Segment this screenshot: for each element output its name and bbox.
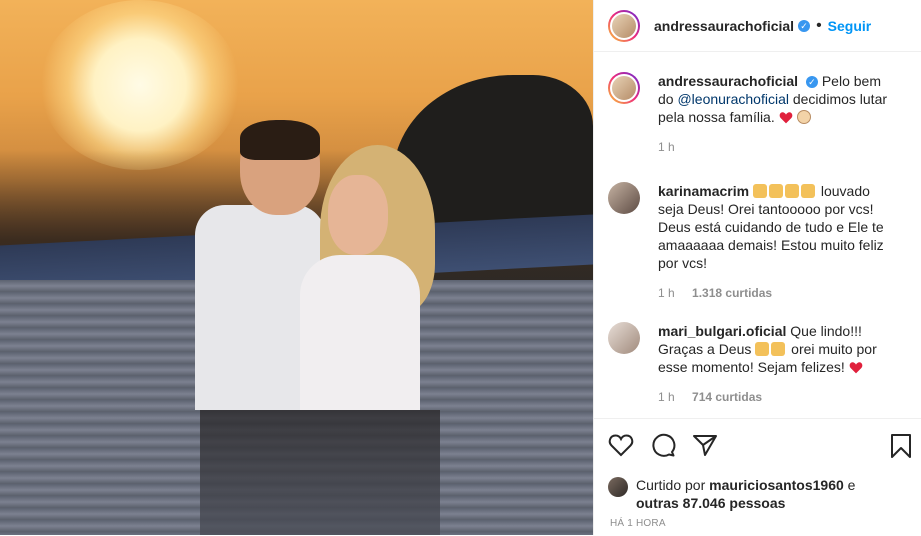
- praying-hands-icon: [784, 184, 799, 198]
- author-username[interactable]: andressaurachoficial: [654, 18, 794, 34]
- caption-avatar[interactable]: [608, 72, 640, 104]
- comment-meta: 1 h 714 curtidas: [658, 388, 898, 406]
- comment-time[interactable]: 1 h: [658, 286, 675, 300]
- likes-summary: Curtido por mauriciosantos1960 e outras …: [608, 476, 855, 512]
- likes-conj: e: [847, 477, 856, 493]
- likes-others[interactable]: outras 87.046 pessoas: [636, 495, 785, 511]
- follow-button[interactable]: Seguir: [828, 18, 872, 34]
- caption-username[interactable]: andressaurachoficial: [658, 73, 798, 89]
- liker-username[interactable]: mauriciosantos1960: [709, 477, 844, 493]
- comment-likes[interactable]: 714 curtidas: [692, 390, 762, 404]
- red-heart-icon: [779, 112, 792, 124]
- post-photo[interactable]: [0, 0, 593, 535]
- comment-icon[interactable]: [650, 433, 676, 457]
- likes-prefix: Curtido por: [636, 477, 706, 493]
- caption-text: andressaurachoficial ✓ Pelo bem do @leon…: [658, 72, 898, 156]
- caption-time[interactable]: 1 h: [658, 140, 675, 154]
- post-side-panel: andressaurachoficial ✓ • Seguir andressa…: [593, 0, 921, 535]
- caption: andressaurachoficial ✓ Pelo bem do @leon…: [608, 72, 898, 156]
- caption-mention[interactable]: @leonurachoficial: [677, 91, 789, 107]
- baby-face-icon: [796, 110, 811, 124]
- commenter-avatar[interactable]: [608, 322, 640, 354]
- comment-text: karinamacrim louvado seja Deus! Orei tan…: [658, 182, 898, 302]
- comment-item: karinamacrim louvado seja Deus! Orei tan…: [608, 182, 910, 302]
- praying-hands-icon: [768, 184, 783, 198]
- caption-meta: 1 h: [658, 138, 898, 156]
- comments-list[interactable]: andressaurachoficial ✓ Pelo bem do @leon…: [594, 52, 921, 418]
- woman-figure: [300, 145, 440, 410]
- separator-dot: •: [816, 16, 822, 34]
- author-avatar[interactable]: [608, 9, 640, 42]
- share-icon[interactable]: [692, 433, 718, 457]
- post-header: andressaurachoficial ✓ • Seguir: [594, 0, 921, 52]
- comment-meta: 1 h 1.318 curtidas: [658, 284, 898, 302]
- post-actions-section: Curtido por mauriciosantos1960 e outras …: [594, 418, 921, 536]
- verified-badge-icon: ✓: [805, 76, 818, 88]
- commenter-username[interactable]: karinamacrim: [658, 183, 749, 199]
- reflection: [200, 410, 440, 535]
- action-bar: [608, 433, 718, 457]
- praying-hands-icon: [800, 184, 815, 198]
- heart-icon[interactable]: [608, 433, 634, 457]
- post-timestamp[interactable]: HÁ 1 HORA: [610, 518, 666, 529]
- liker-avatar[interactable]: [608, 477, 628, 497]
- praying-hands-icon: [752, 184, 767, 198]
- comment-text: mari_bulgari.oficial Que lindo!!! Graças…: [658, 322, 898, 406]
- praying-hands-icon: [755, 342, 770, 356]
- commenter-username[interactable]: mari_bulgari.oficial: [658, 323, 786, 339]
- praying-hands-icon: [771, 342, 786, 356]
- comment-likes[interactable]: 1.318 curtidas: [692, 286, 772, 300]
- likes-text: Curtido por mauriciosantos1960 e outras …: [636, 476, 855, 512]
- bookmark-icon[interactable]: [890, 433, 912, 459]
- comment-item: mari_bulgari.oficial Que lindo!!! Graças…: [608, 322, 910, 406]
- red-heart-icon: [849, 362, 862, 374]
- commenter-avatar[interactable]: [608, 182, 640, 214]
- comment-time[interactable]: 1 h: [658, 390, 675, 404]
- verified-badge-icon: ✓: [798, 19, 811, 32]
